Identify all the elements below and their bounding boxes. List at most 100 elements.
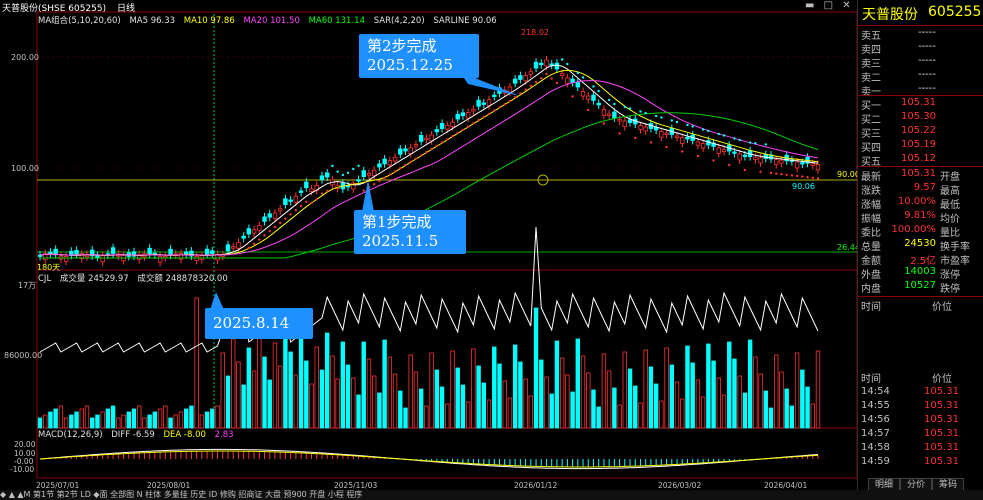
volume-bar	[486, 399, 492, 429]
stat-row: 振幅 9.81% 均价	[858, 210, 983, 225]
step2-date: 2025.12.25	[367, 56, 453, 74]
volume-bar	[669, 364, 674, 429]
candle-body	[304, 181, 309, 189]
candle-body	[737, 153, 742, 161]
stat-row: 内盘 10527 跌停	[858, 280, 983, 295]
sarline-value: SARLINE 90.06	[433, 16, 497, 26]
cjl-label[interactable]: CJL	[38, 274, 51, 284]
period-selector[interactable]: 日线	[117, 4, 135, 14]
sar-dot	[320, 192, 324, 195]
sar-dot	[503, 103, 506, 106]
volume-bar	[110, 405, 116, 429]
sar-dot	[743, 168, 747, 172]
ticks-time-header: 时间	[861, 302, 881, 313]
stat-label-right: 市盈率	[940, 256, 970, 267]
ask-label: 卖四	[861, 45, 881, 56]
volume-bar	[53, 408, 58, 429]
volume-bar	[465, 401, 471, 429]
minimize-icon[interactable]: ▬	[805, 0, 814, 11]
tick-price: 105.31	[924, 428, 959, 439]
candle-body	[627, 119, 633, 123]
ask-row[interactable]: 卖三 -----	[858, 55, 983, 70]
volume-bar	[512, 344, 518, 429]
candle-body	[63, 256, 69, 262]
sar-label[interactable]: SAR(4,2,20)	[374, 16, 425, 26]
volume-bar	[90, 417, 95, 429]
tick-price: 105.31	[924, 456, 959, 467]
volume-bar	[105, 408, 111, 429]
ask-row[interactable]: 卖五 -----	[858, 27, 983, 42]
ask-row[interactable]: 卖二 -----	[858, 69, 983, 84]
candle-body	[356, 179, 361, 182]
sar-dot	[545, 72, 548, 76]
volume-bar	[194, 297, 199, 429]
volume-bar	[805, 386, 810, 429]
x-axis-label: 2025/07/01	[36, 481, 80, 490]
sar-dot	[362, 189, 365, 192]
volume-bar	[716, 377, 721, 429]
bid-row[interactable]: 买二 105.30	[858, 111, 983, 126]
ask-row[interactable]: 卖四 -----	[858, 41, 983, 56]
ma-group-label[interactable]: MA组合(5,10,20,60)	[38, 16, 121, 26]
volume-bar	[345, 364, 351, 429]
volume-bar	[565, 374, 570, 429]
candle-body	[591, 94, 596, 101]
candle-body	[398, 148, 403, 155]
volume-bar	[225, 375, 231, 429]
volume-bar	[319, 369, 325, 429]
volume-bar	[554, 340, 560, 429]
volume-bar	[142, 417, 147, 429]
volume-bar	[283, 328, 288, 429]
stat-value: 10527	[904, 280, 936, 291]
bid-row[interactable]: 买五 105.12	[858, 153, 983, 168]
sar-dot	[811, 176, 814, 179]
candle-body	[742, 154, 748, 157]
stat-label-right: 最低	[940, 200, 960, 211]
candle-body	[366, 172, 372, 176]
sar-dot	[336, 170, 339, 173]
macd-value: 2.83	[214, 430, 234, 440]
macd-label[interactable]: MACD(12,26,9)	[38, 430, 103, 440]
bottom-toolbar[interactable]: ◆ ▲ ▲M 第1节 第2节 LD ◆面 全部图 N 柱体 多量挂 历史 ID …	[0, 490, 983, 500]
candle-body	[507, 86, 513, 93]
volume-bar	[246, 347, 252, 429]
candle-body	[492, 94, 497, 98]
volume-bar	[455, 367, 460, 429]
sar-dot	[576, 71, 580, 75]
volume-bar	[220, 352, 225, 429]
volume-bar	[382, 339, 387, 429]
sar-dot	[294, 209, 298, 212]
volume-bar	[163, 405, 168, 429]
close-icon[interactable]: ✕	[842, 0, 850, 11]
sar-dot	[425, 151, 428, 154]
volume-bar	[544, 376, 549, 429]
sar-dot	[675, 120, 679, 124]
candle-body	[424, 137, 429, 141]
volume-bar	[601, 353, 607, 429]
candle-body	[586, 95, 591, 100]
bid-label: 买一	[861, 101, 881, 112]
sar-dot	[252, 242, 256, 245]
sar-dot	[634, 136, 637, 140]
bid-row[interactable]: 买四 105.19	[858, 139, 983, 154]
stat-value: 10.00%	[897, 196, 936, 207]
ticks-time-header-2: 时间	[861, 374, 881, 385]
sar-dot	[393, 170, 397, 173]
volume-bar	[685, 345, 690, 429]
stat-row: 涨幅 10.00% 最低	[858, 196, 983, 211]
bid-row[interactable]: 买一 105.31	[858, 97, 983, 112]
candle-body	[518, 75, 523, 80]
candle-body	[230, 246, 236, 249]
candle-body	[418, 135, 424, 142]
volume-bar	[549, 393, 554, 429]
candle-body	[606, 113, 612, 116]
volume-bar	[288, 351, 293, 429]
volume-axis-top: 17万	[18, 281, 37, 290]
volume-bar	[152, 411, 158, 429]
sar-dot	[461, 128, 465, 131]
volume-bar	[763, 390, 768, 429]
sar-dot	[315, 198, 318, 201]
restore-icon[interactable]: □	[824, 0, 833, 11]
volume-bar	[727, 341, 732, 429]
bid-row[interactable]: 买三 105.22	[858, 125, 983, 140]
